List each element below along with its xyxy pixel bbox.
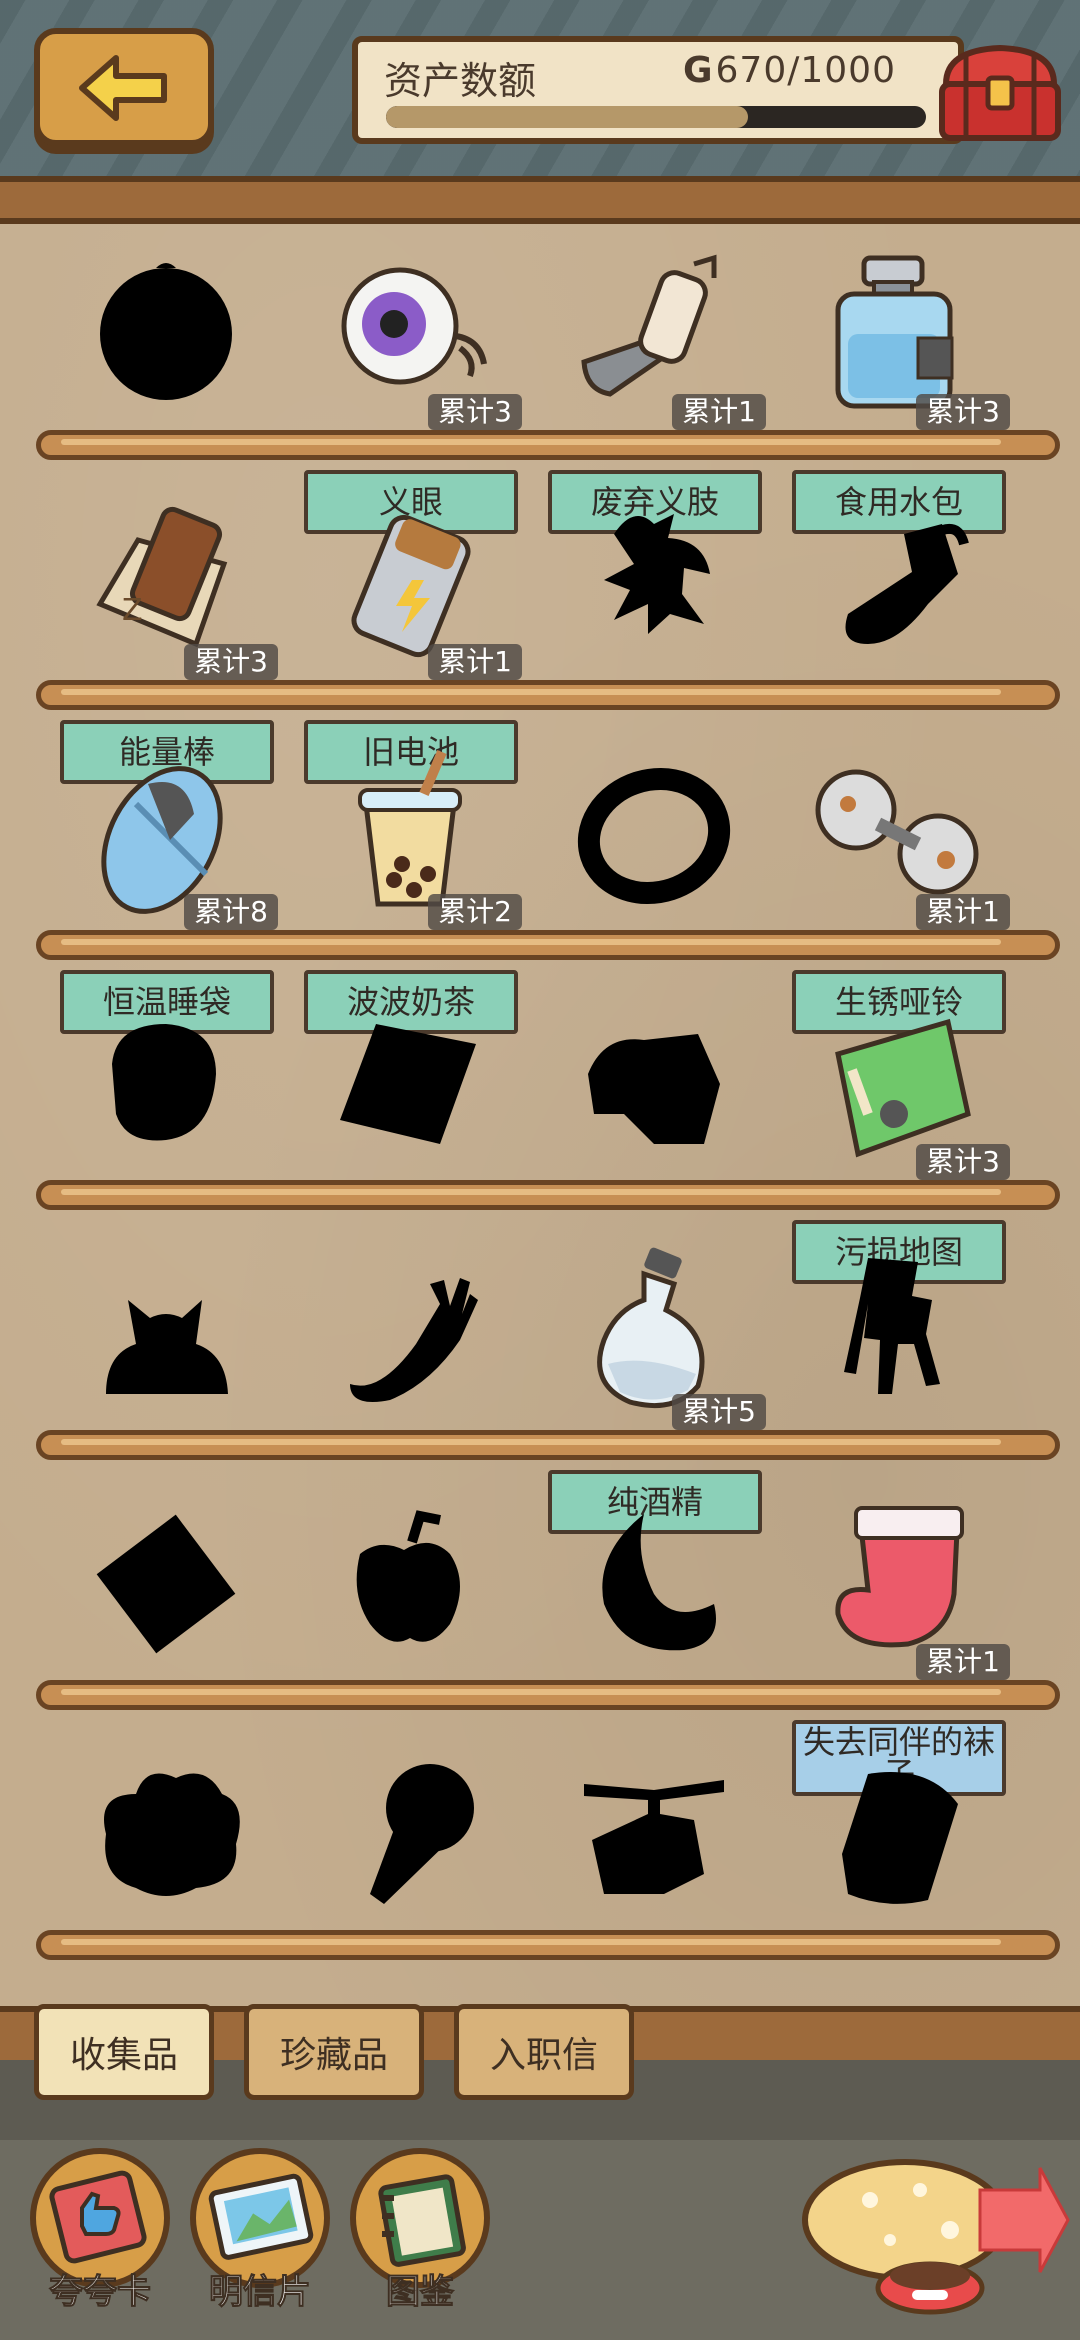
top-shelf-beam — [0, 176, 1080, 224]
item-slot-locked[interactable] — [46, 1494, 286, 1714]
tab-letters[interactable]: 入职信 — [454, 2004, 634, 2100]
item-slot-locked[interactable] — [534, 1744, 774, 1964]
fork-icon — [320, 1244, 500, 1414]
dumbbell-icon — [808, 744, 988, 914]
item-slot[interactable]: 累计2 波波奶茶 — [290, 744, 530, 1034]
postcard-label: 明信片 — [209, 2272, 312, 2313]
cloud-icon — [76, 1744, 256, 1914]
asset-label: 资产数额 — [384, 59, 537, 103]
count-badge: 累计1 — [916, 894, 1010, 930]
map-icon — [808, 994, 988, 1164]
item-slot-locked[interactable] — [46, 1744, 286, 1964]
asset-progress-fill — [386, 106, 748, 128]
ring-icon — [564, 744, 744, 914]
asset-amount: 670/1000 — [715, 50, 896, 91]
diamond-icon — [76, 1494, 256, 1664]
item-slot-locked[interactable] — [778, 1744, 1018, 1964]
count-badge: 累计2 — [428, 894, 522, 930]
count-badge: 累计3 — [916, 1144, 1010, 1180]
coin-icon: G — [682, 50, 714, 91]
item-slot-locked[interactable] — [534, 744, 774, 964]
item-slot-locked[interactable] — [778, 1244, 1018, 1464]
item-slot[interactable]: 累计3 义眼 — [290, 244, 530, 534]
item-slot-locked[interactable] — [290, 1494, 530, 1714]
tab-collectibles[interactable]: 收集品 — [34, 2004, 214, 2100]
svg-text:Z: Z — [122, 593, 143, 628]
apple-icon — [320, 1494, 500, 1664]
moon-icon — [564, 1494, 744, 1664]
tab-treasures[interactable]: 珍藏品 — [244, 2004, 424, 2100]
item-slot[interactable]: 累计3 污损地图 — [778, 994, 1018, 1284]
item-slot-locked[interactable] — [46, 244, 286, 464]
count-badge: 累计1 — [428, 644, 522, 680]
bird-icon — [564, 494, 744, 664]
pet-bed-icon[interactable] — [800, 2150, 1070, 2320]
book-icon — [378, 2174, 466, 2267]
tile-icon — [320, 994, 500, 1164]
item-slot-locked[interactable] — [534, 1494, 774, 1714]
bubble-tea-icon — [320, 744, 500, 914]
energy-bar-icon: Z — [76, 494, 256, 664]
battery-icon — [320, 494, 500, 664]
count-badge: 累计3 — [916, 394, 1010, 430]
item-slot[interactable]: 累计5 纯酒精 — [534, 1244, 774, 1534]
item-slot-locked[interactable] — [290, 994, 530, 1214]
item-slot[interactable]: 累计1 废弃义肢 — [534, 244, 774, 534]
item-slot[interactable]: 累计1失去同伴的袜子 — [778, 1494, 1018, 1796]
item-slot[interactable]: Z 累计3 能量棒 — [46, 494, 286, 784]
cat-icon — [76, 1244, 256, 1414]
eyeball-icon — [320, 244, 500, 414]
item-slot[interactable]: 累计1 生锈哑铃 — [778, 744, 1018, 1034]
item-slot[interactable]: 累计8 恒温睡袋 — [46, 744, 286, 1034]
orb-icon — [76, 244, 256, 414]
item-slot-locked[interactable] — [534, 994, 774, 1214]
alcohol-bottle-icon — [564, 1244, 744, 1414]
count-badge: 累计3 — [184, 644, 278, 680]
back-button[interactable] — [34, 28, 214, 146]
asset-value: G670/1000 — [683, 50, 896, 91]
back-arrow-icon — [79, 55, 167, 121]
count-badge: 累计5 — [672, 1394, 766, 1430]
item-slot-locked[interactable] — [46, 1244, 286, 1464]
red-sock-icon — [808, 1494, 988, 1664]
thumbs-up-card-icon — [49, 2170, 147, 2264]
item-slot[interactable]: 累计1 旧电池 — [290, 494, 530, 784]
item-slot-locked[interactable] — [46, 994, 286, 1214]
count-badge: 累计1 — [672, 394, 766, 430]
helicopter-icon — [564, 1744, 744, 1914]
collection-screen: 资产数额 G670/1000 累计3 义眼 累计1 废弃义肢 累计3 食用水包 Z 累计3 能量… — [0, 0, 1080, 2340]
collection-shelf: 累计3 义眼 累计1 废弃义肢 累计3 食用水包 Z 累计3 能量棒 累计1 旧电池 累计8 恒温睡袋累… — [0, 224, 1080, 2014]
item-slot-locked[interactable] — [778, 494, 1018, 714]
treasure-chest-icon[interactable] — [936, 40, 1064, 144]
sock-shape-icon — [808, 494, 988, 664]
item-slot-locked[interactable] — [290, 1244, 530, 1464]
water-bottle-icon — [808, 244, 988, 414]
count-badge: 累计1 — [916, 1644, 1010, 1680]
praise-card-label: 夸夸卡 — [49, 2272, 152, 2313]
ice-cream-icon — [320, 1744, 500, 1914]
item-slot-locked[interactable] — [534, 494, 774, 714]
asset-panel: 资产数额 G670/1000 — [352, 36, 964, 144]
count-badge: 累计8 — [184, 894, 278, 930]
cloth-icon — [564, 994, 744, 1164]
asset-progress-bar — [386, 106, 926, 128]
sleeping-bag-icon — [76, 744, 256, 914]
guidebook-label: 图鉴 — [386, 2272, 455, 2313]
blob-icon — [76, 994, 256, 1164]
robot-icon — [808, 1244, 988, 1414]
item-slot[interactable]: 累计3 食用水包 — [778, 244, 1018, 534]
count-badge: 累计3 — [428, 394, 522, 430]
cup-icon — [808, 1744, 988, 1914]
prosthetic-arm-icon — [564, 244, 744, 414]
postcard-icon — [208, 2173, 314, 2260]
item-slot-locked[interactable] — [290, 1744, 530, 1964]
